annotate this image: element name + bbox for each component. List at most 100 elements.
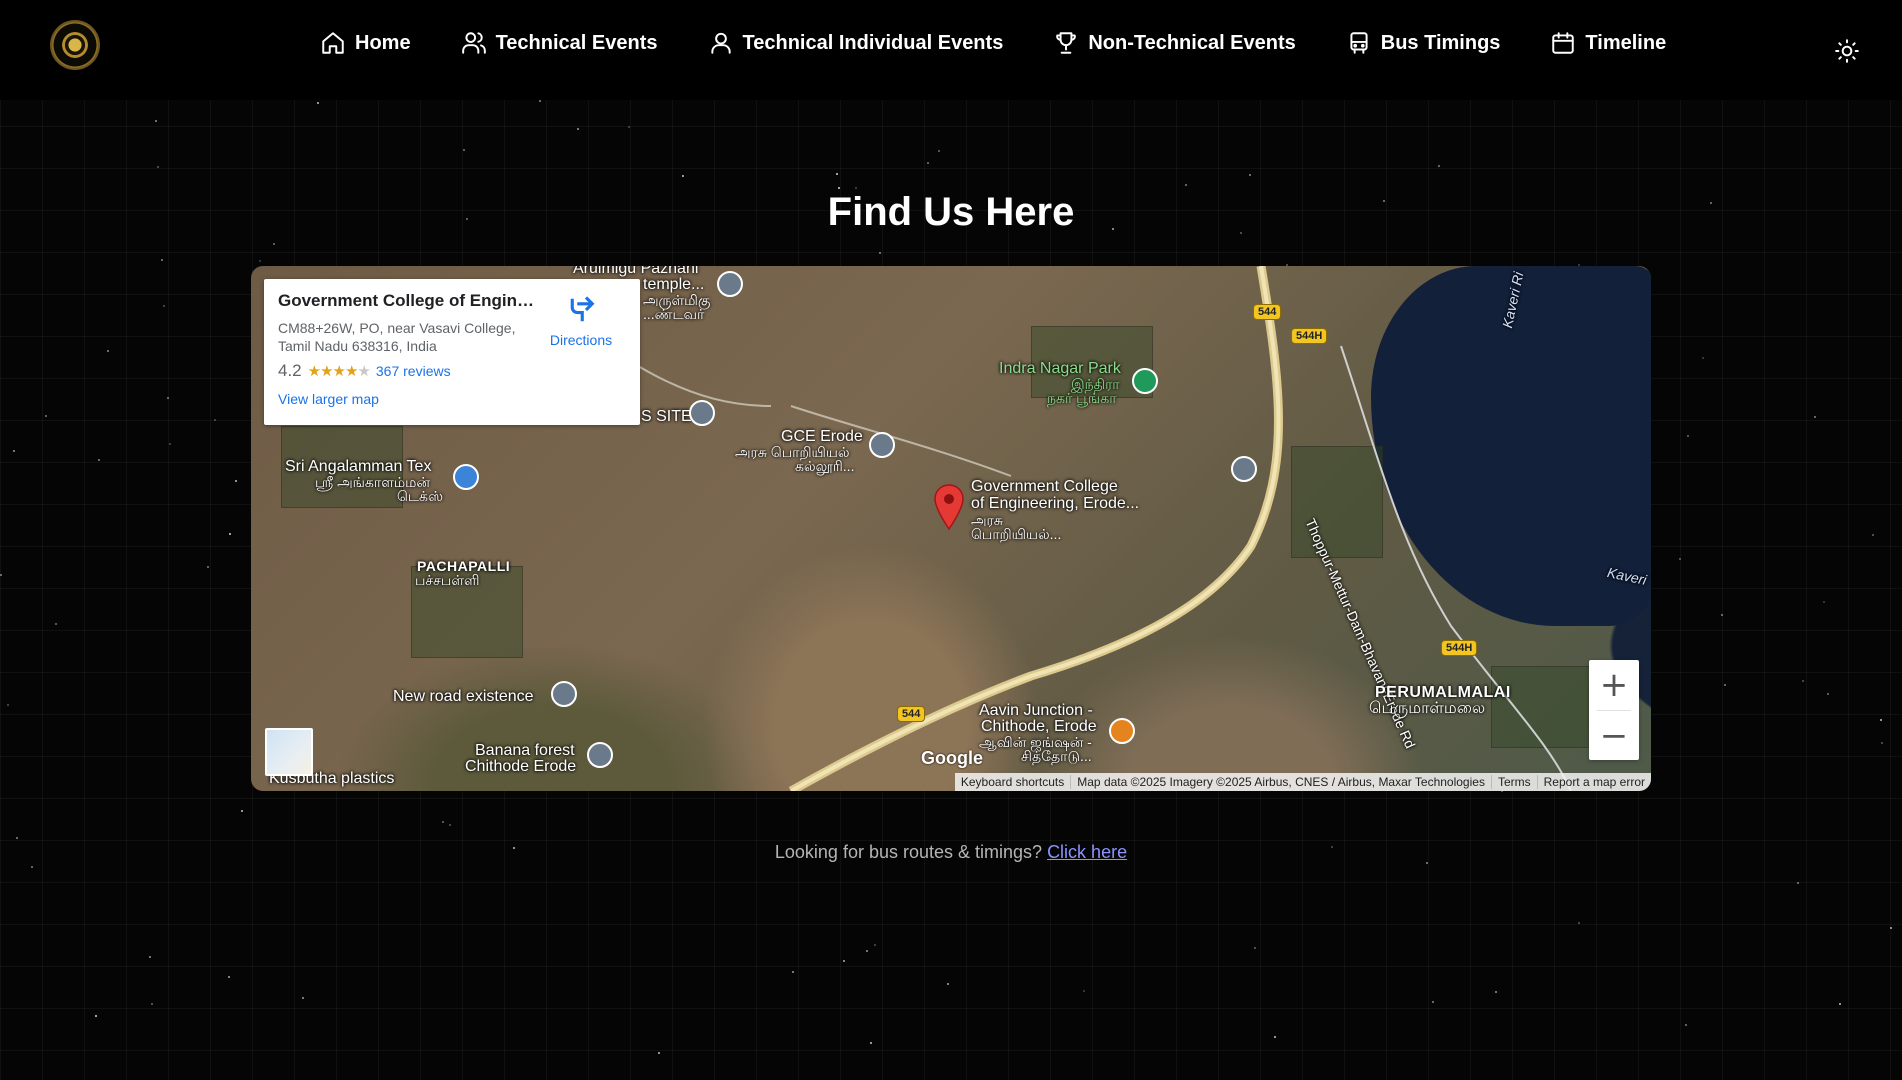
theme-toggle-button[interactable] [1834,38,1860,64]
nav-item-label: Technical Individual Events [742,31,1004,54]
star-dot [273,243,275,245]
google-logo: Google [921,748,983,768]
route-shield: 544 [897,706,926,722]
bank-icon[interactable] [551,681,577,707]
star-dot [927,162,929,164]
nav-item-label: Non-Technical Events [1088,31,1296,54]
sun-icon [1835,39,1859,63]
star-dot [149,956,151,958]
star-dot [1249,174,1251,176]
calendar-icon [1552,32,1575,54]
map-label: சித்தோடு... [1021,748,1092,764]
star-dot [1185,184,1187,186]
star-dot [866,950,868,952]
star-dot [207,566,209,568]
bus-note-text: Looking for bus routes & timings? [774,842,1043,862]
school-icon[interactable] [869,432,895,458]
star-dot [577,128,579,130]
star-dot [0,574,2,576]
user-icon [710,32,731,54]
star-dot [157,166,159,168]
rating-value: 4.2 [278,361,302,380]
star-dot [792,971,794,973]
rating-stars-icon: ★★★★★ [307,363,371,380]
map-label: Banana forest [475,742,575,759]
star-dot [1702,357,1704,359]
place-icon[interactable] [689,400,715,426]
star-dot [1881,742,1883,744]
park-icon[interactable] [1132,368,1158,394]
star-dot [1802,680,1804,682]
report-map-error-link[interactable]: Report a map error [1536,775,1651,789]
star-dot [1721,614,1723,616]
embedded-map[interactable]: 544 544H 544H 544 Arulmigu Pazhani templ… [251,266,1651,791]
map-label: நகர் பூங்கா [1047,390,1117,406]
restaurant-icon[interactable] [1109,718,1135,744]
nav-item-technical-events[interactable]: Technical Events [461,30,658,56]
map-layer-toggle[interactable] [265,728,313,776]
star-dot [1724,684,1726,686]
star-dot [1432,1001,1434,1003]
map-label: Indra Nagar Park [999,360,1121,377]
map-data-credit: Map data ©2025 Imagery ©2025 Airbus, CNE… [1070,775,1491,789]
place-info-card: Government College of Engine... CM88+26W… [264,279,640,425]
school-icon[interactable] [1231,456,1257,482]
star-dot [874,944,876,946]
nav-item-label: Technical Events [495,31,658,54]
star-dot [628,126,630,128]
map-label: Chithode Erode [465,758,577,775]
bus-click-here-link[interactable]: Click here [1047,842,1127,862]
star-dot [1254,947,1256,949]
keyboard-shortcuts-link[interactable]: Keyboard shortcuts [955,775,1070,789]
star-dot [13,450,15,452]
bus-routes-note: Looking for bus routes & timings? Click … [0,842,1902,863]
star-dot [442,821,444,823]
college-logo-icon[interactable] [50,20,100,70]
map-label: Chithode, Erode [981,718,1097,735]
map-attribution: Keyboard shortcuts Map data ©2025 Imager… [954,773,1651,791]
star-dot [463,149,465,151]
terms-link[interactable]: Terms [1490,775,1537,789]
bus-icon [1350,32,1368,54]
reviews-link[interactable]: 367 reviews [376,363,451,379]
map-label: கல்லூரி... [795,458,855,474]
place-address: CM88+26W, PO, near Vasavi College, Tamil… [278,319,548,355]
zoom-in-button[interactable]: + [1589,660,1639,710]
star-dot [1274,1036,1276,1038]
view-larger-map-link[interactable]: View larger map [278,391,626,407]
star-dot [1685,1024,1687,1026]
nav-item-label: Bus Timings [1380,31,1501,54]
star-dot [31,866,33,868]
star-dot [1687,435,1689,437]
nav-item-non-technical-events[interactable]: Non-Technical Events [1053,30,1296,56]
star-dot [1814,416,1816,418]
location-pin-icon[interactable] [933,484,965,530]
star-dot [1880,719,1882,721]
star-dot [938,150,940,152]
star-dot [843,960,845,962]
nav-item-timeline[interactable]: Timeline [1550,30,1666,56]
nav-item-technical-individual-events[interactable]: Technical Individual Events [708,30,1004,56]
map-label: of Engineering, Erode... [971,495,1140,512]
star-dot [1679,558,1681,560]
map-label: S SITE [641,408,692,425]
directions-icon [570,296,595,322]
star-dot [836,173,838,175]
map-label: பொறியியல்... [971,526,1062,542]
star-dot [1890,927,1892,929]
star-dot [838,187,840,189]
temple-icon[interactable] [717,271,743,297]
nav-item-home[interactable]: Home [320,30,411,56]
star-dot [241,810,243,812]
directions-label: Directions [549,332,613,348]
directions-button[interactable]: Directions [546,295,616,348]
nav-item-bus-timings[interactable]: Bus Timings [1346,30,1501,56]
map-label: PERUMALMALAI [1375,684,1511,701]
place-icon[interactable] [587,742,613,768]
shopping-icon[interactable] [453,464,479,490]
map-label: temple... [643,276,705,293]
zoom-out-button[interactable]: − [1589,711,1639,761]
trophy-icon [1056,32,1077,54]
star-dot [682,175,684,177]
map-label: பச்சபள்ளி [415,572,480,588]
